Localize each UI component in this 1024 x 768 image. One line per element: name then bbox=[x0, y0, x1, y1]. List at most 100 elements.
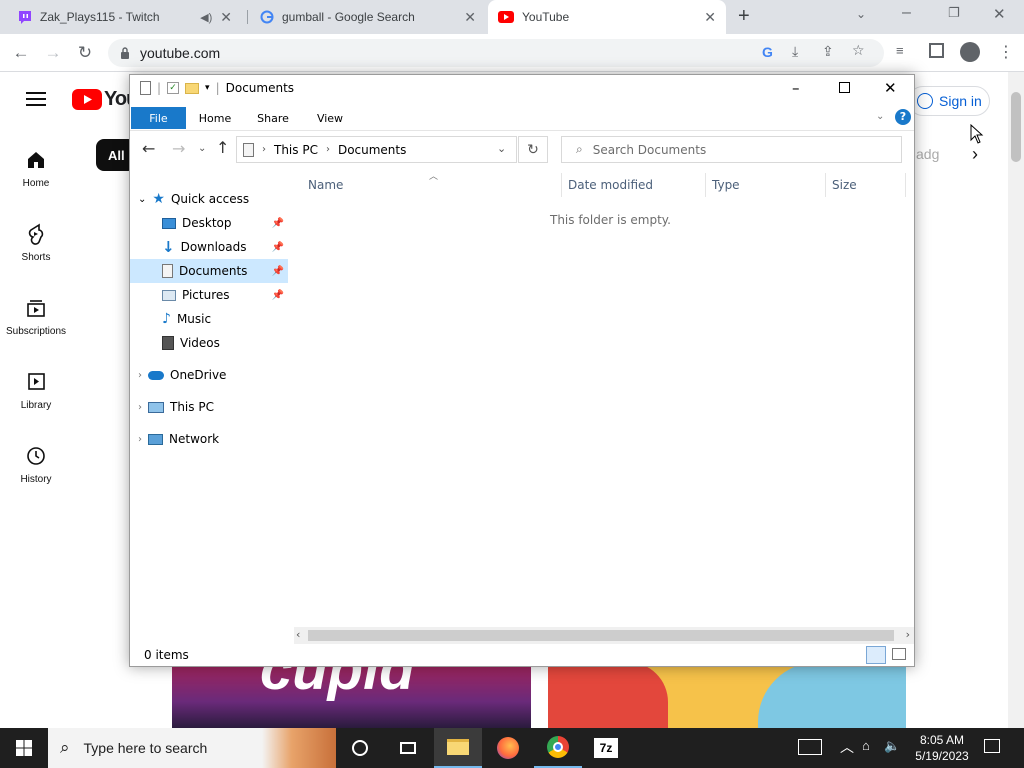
chip-partial[interactable]: adg bbox=[916, 146, 939, 162]
tree-item-downloads[interactable]: ↓ Downloads 📌 bbox=[130, 235, 288, 259]
sidebar-item-subscriptions[interactable]: Subscriptions bbox=[0, 296, 72, 337]
column-type[interactable]: Type bbox=[706, 173, 826, 197]
sidebar-item-home[interactable]: Home bbox=[0, 148, 72, 189]
new-tab-icon[interactable]: + bbox=[738, 5, 750, 28]
close-window-icon[interactable]: ✕ bbox=[884, 79, 897, 97]
horizontal-scrollbar[interactable]: ‹ › bbox=[294, 627, 914, 644]
reload-icon[interactable]: ↻ bbox=[74, 42, 96, 64]
tree-item-videos[interactable]: Videos bbox=[130, 331, 288, 355]
mute-icon[interactable]: ◀) bbox=[200, 11, 212, 24]
chrome-taskbar-icon[interactable] bbox=[534, 728, 582, 768]
browser-tab-google[interactable]: gumball - Google Search ✕ bbox=[250, 0, 486, 34]
tab-file[interactable]: File bbox=[131, 107, 186, 129]
chevron-up-icon[interactable]: ︿ bbox=[840, 737, 854, 757]
column-name[interactable]: Name bbox=[302, 173, 562, 197]
bookmark-star-icon[interactable]: ☆ bbox=[852, 42, 865, 59]
chevron-down-icon[interactable]: ⌄ bbox=[497, 142, 506, 155]
chip-label: All bbox=[108, 147, 125, 163]
address-bar[interactable]: › This PC › Documents ⌄ bbox=[236, 136, 517, 163]
large-icons-view-icon[interactable] bbox=[892, 648, 906, 660]
tree-network[interactable]: › Network bbox=[138, 427, 219, 451]
video-thumbnail[interactable]: cupid bbox=[172, 662, 531, 728]
help-icon[interactable]: ? bbox=[895, 109, 911, 125]
task-view-icon[interactable] bbox=[384, 728, 432, 768]
page-scrollbar[interactable] bbox=[1008, 72, 1024, 728]
pin-icon[interactable]: 📌 bbox=[272, 242, 284, 253]
tree-this-pc[interactable]: › This PC bbox=[138, 395, 214, 419]
back-icon[interactable]: ← bbox=[10, 42, 32, 64]
start-windows-icon[interactable] bbox=[0, 728, 48, 768]
scroll-left-icon[interactable]: ‹ bbox=[296, 628, 300, 641]
sidebar-item-shorts[interactable]: Shorts bbox=[0, 222, 72, 263]
sign-in-button[interactable]: Sign in bbox=[908, 86, 990, 116]
news-widget-icon[interactable] bbox=[798, 739, 822, 755]
profile-avatar[interactable] bbox=[960, 42, 980, 62]
tab-search-icon[interactable]: ⌄ bbox=[856, 7, 866, 21]
column-size[interactable]: Size bbox=[826, 173, 906, 197]
close-tab-icon[interactable]: ✕ bbox=[220, 9, 232, 26]
taskbar-search-box[interactable]: ⌕ Type here to search bbox=[48, 728, 336, 768]
tab-view[interactable]: View bbox=[308, 107, 352, 129]
search-documents-input[interactable]: ⌕ Search Documents bbox=[561, 136, 902, 163]
sidebar-item-history[interactable]: History bbox=[0, 444, 72, 485]
tab-share[interactable]: Share bbox=[248, 107, 298, 129]
new-folder-icon[interactable] bbox=[185, 82, 200, 94]
google-lens-icon[interactable]: G bbox=[762, 44, 773, 60]
checkbox-icon[interactable]: ✓ bbox=[167, 82, 180, 94]
side-panel-icon[interactable] bbox=[929, 43, 944, 58]
back-icon[interactable]: ← bbox=[142, 139, 155, 158]
tree-onedrive[interactable]: › OneDrive bbox=[138, 363, 226, 387]
scroll-right-icon[interactable]: › bbox=[906, 628, 910, 641]
restore-icon[interactable]: ❐ bbox=[948, 5, 960, 21]
browser-tab-youtube[interactable]: YouTube ✕ bbox=[488, 0, 726, 34]
maximize-icon[interactable] bbox=[839, 82, 850, 93]
browser-tab-twitch[interactable]: Zak_Plays115 - Twitch ◀) ✕ bbox=[8, 0, 242, 34]
up-icon[interactable]: ↑ bbox=[216, 138, 229, 157]
forward-icon[interactable]: → bbox=[42, 42, 64, 64]
pin-icon[interactable]: 📌 bbox=[272, 218, 284, 229]
expand-ribbon-icon[interactable]: ⌄ bbox=[876, 111, 884, 122]
minimize-icon[interactable]: – bbox=[902, 4, 911, 22]
file-explorer-taskbar-icon[interactable] bbox=[434, 728, 482, 768]
refresh-icon[interactable]: ↻ bbox=[518, 136, 548, 163]
tab-home[interactable]: Home bbox=[192, 107, 238, 129]
firefox-icon[interactable] bbox=[484, 728, 532, 768]
address-bar[interactable]: youtube.com G ⤓ ⇪ ☆ bbox=[108, 39, 884, 67]
close-tab-icon[interactable]: ✕ bbox=[704, 9, 716, 26]
column-date-modified[interactable]: Date modified bbox=[562, 173, 706, 197]
customize-toolbar-icon[interactable]: ▾ bbox=[205, 83, 210, 93]
tree-quick-access[interactable]: ⌄ ★ Quick access bbox=[138, 187, 249, 211]
sidebar-label: History bbox=[20, 474, 52, 485]
video-thumbnail[interactable] bbox=[548, 662, 906, 728]
tree-item-pictures[interactable]: Pictures 📌 bbox=[130, 283, 288, 307]
close-window-icon[interactable]: ✕ bbox=[993, 5, 1006, 23]
7zip-icon[interactable]: 7z bbox=[582, 728, 630, 768]
tree-item-desktop[interactable]: Desktop 📌 bbox=[130, 211, 288, 235]
breadcrumb-this-pc[interactable]: This PC bbox=[274, 143, 318, 157]
close-tab-icon[interactable]: ✕ bbox=[464, 9, 476, 26]
details-view-icon[interactable] bbox=[866, 646, 886, 664]
notifications-icon[interactable] bbox=[984, 739, 1000, 753]
pin-icon[interactable]: 📌 bbox=[272, 266, 284, 277]
pin-icon[interactable]: 📌 bbox=[272, 290, 284, 301]
youtube-logo[interactable]: You bbox=[72, 88, 138, 111]
forward-icon[interactable]: → bbox=[172, 139, 185, 158]
minimize-icon[interactable]: – bbox=[792, 79, 800, 97]
cortana-icon[interactable] bbox=[336, 728, 384, 768]
tree-item-documents[interactable]: Documents 📌 bbox=[130, 259, 288, 283]
reading-list-icon[interactable]: ≡ bbox=[896, 43, 904, 58]
recent-locations-icon[interactable]: ⌄ bbox=[198, 143, 206, 154]
hamburger-menu-icon[interactable] bbox=[26, 92, 46, 106]
install-icon[interactable]: ⤓ bbox=[792, 43, 798, 60]
clock[interactable]: 8:05 AM 5/19/2023 bbox=[910, 732, 974, 764]
search-icon: ⌕ bbox=[60, 738, 70, 757]
volume-muted-icon[interactable]: 🔈 bbox=[884, 738, 900, 754]
sidebar-item-library[interactable]: Library bbox=[0, 370, 72, 411]
share-icon[interactable]: ⇪ bbox=[822, 43, 834, 60]
tree-item-music[interactable]: ♪ Music bbox=[130, 307, 288, 331]
chips-next-icon[interactable]: › bbox=[972, 144, 978, 165]
menu-kebab-icon[interactable]: ⋮ bbox=[998, 42, 1014, 62]
breadcrumb-documents[interactable]: Documents bbox=[338, 143, 406, 157]
network-tray-icon[interactable]: ⌂ bbox=[862, 738, 870, 753]
properties-icon[interactable] bbox=[140, 81, 151, 95]
